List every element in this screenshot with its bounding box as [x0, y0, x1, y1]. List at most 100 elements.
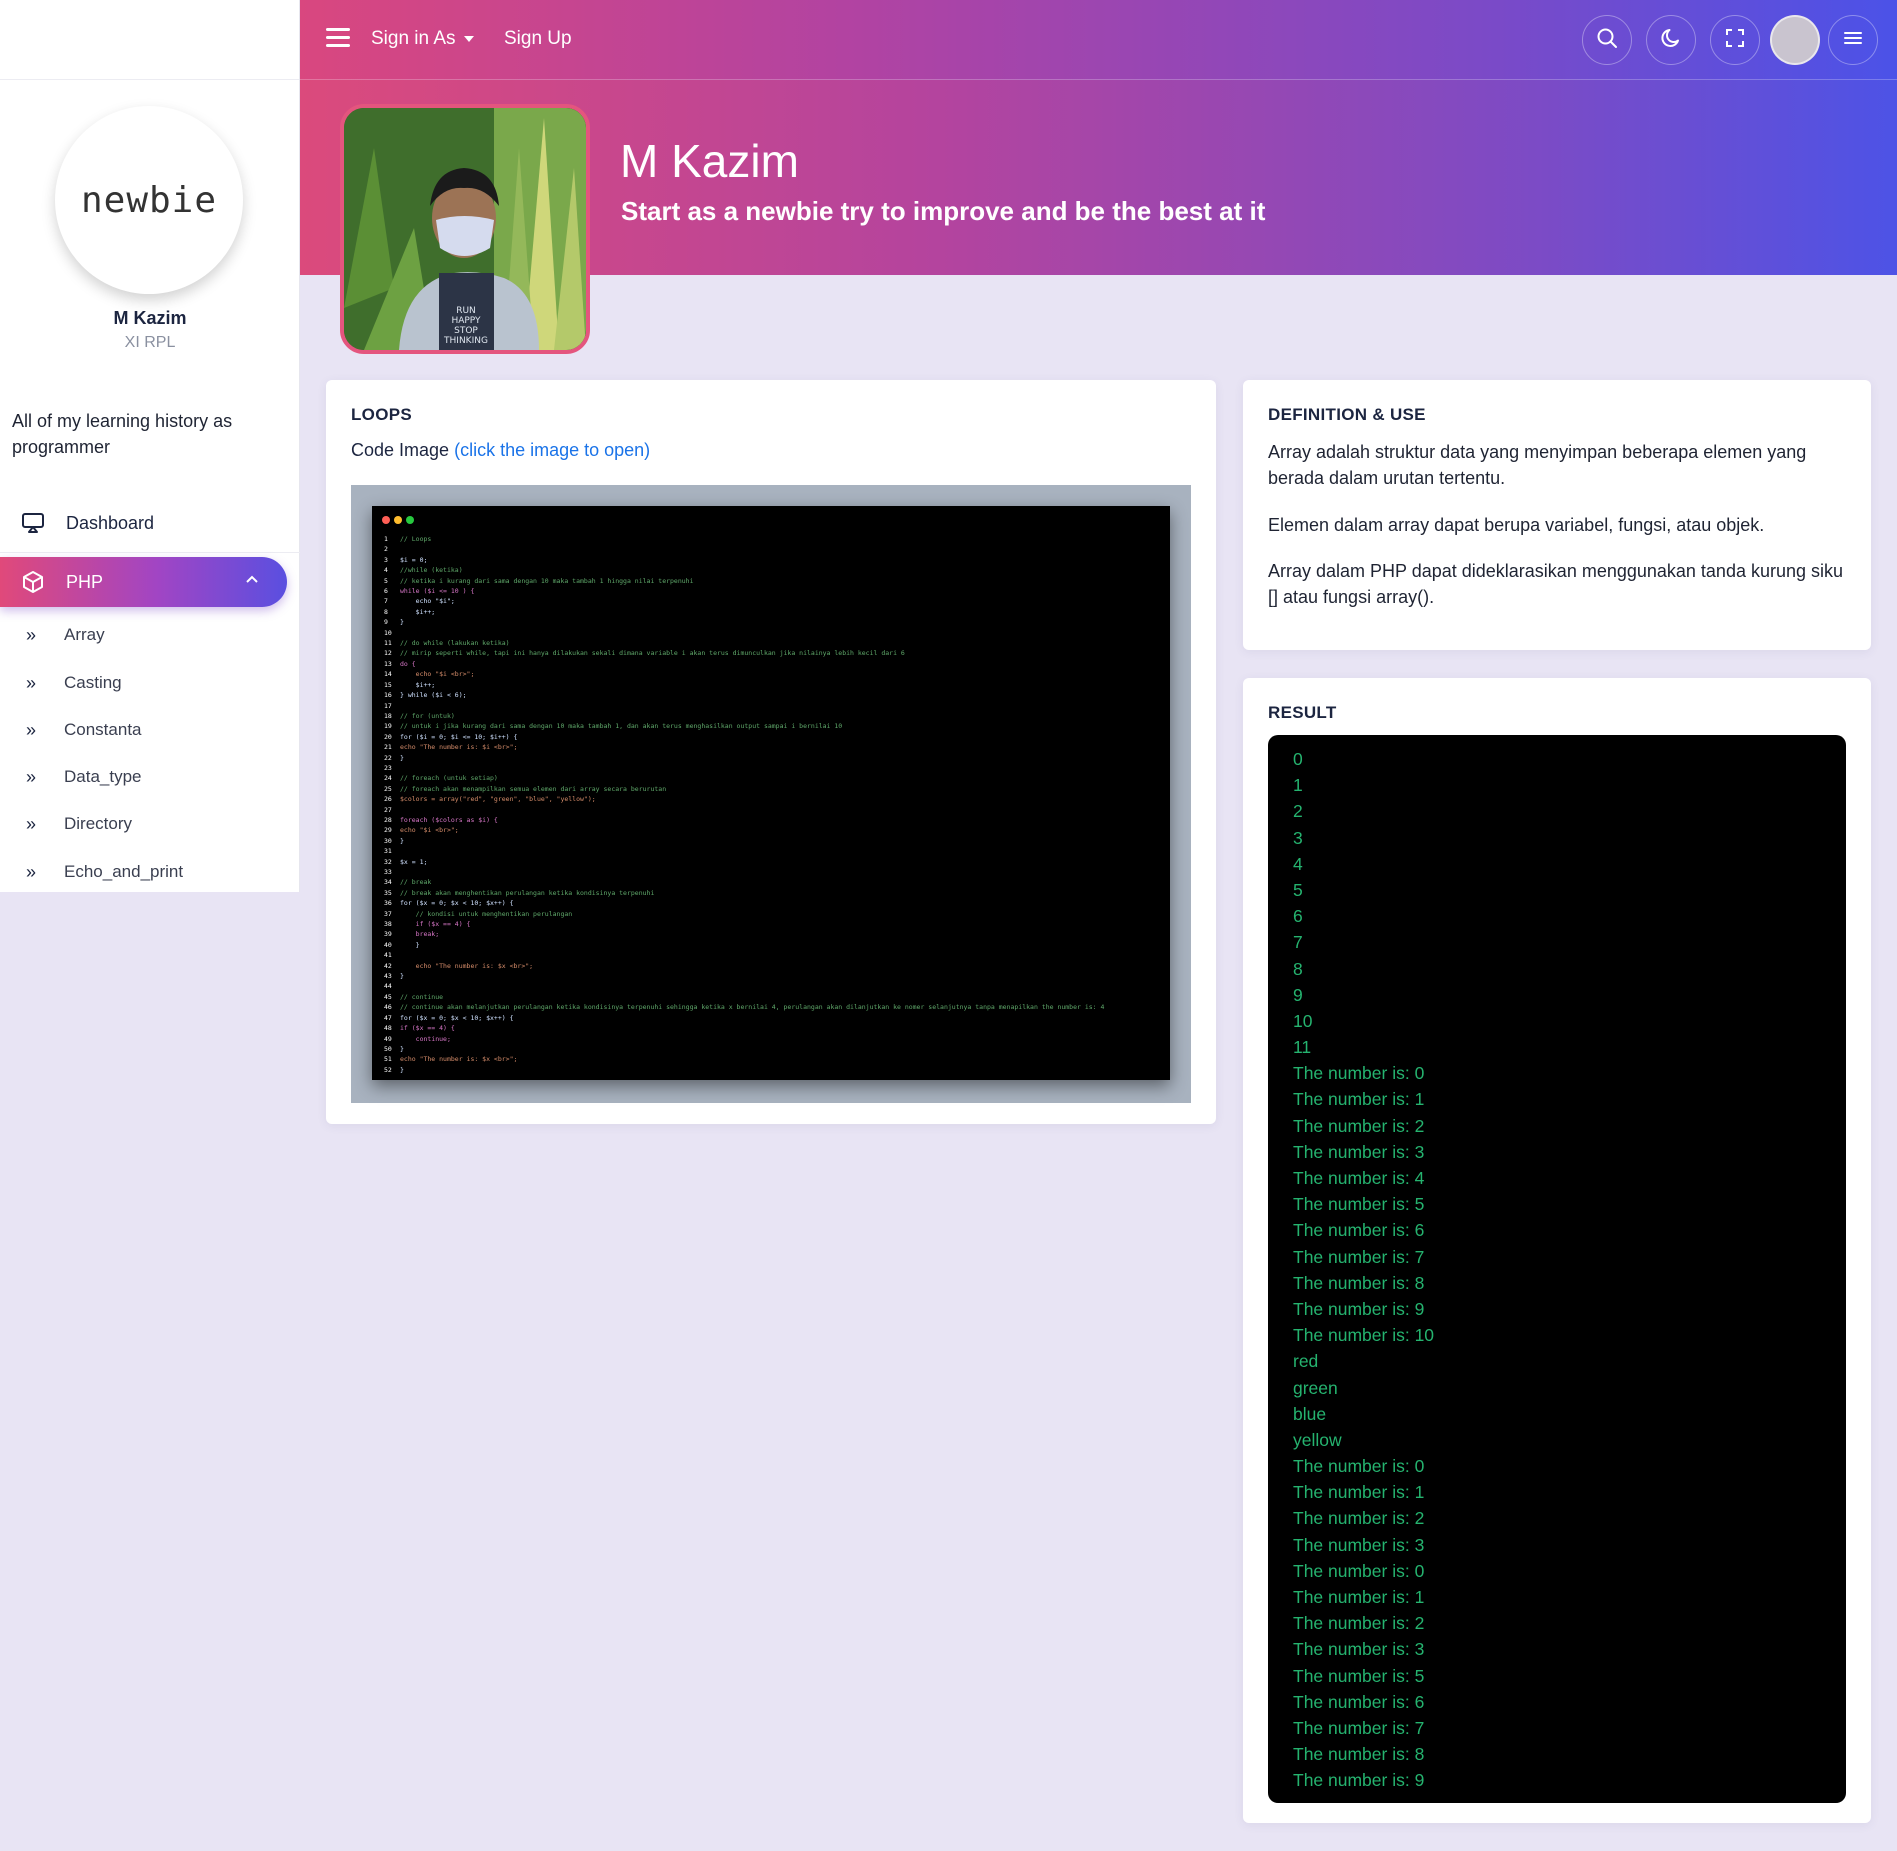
search-icon — [1596, 27, 1618, 54]
definition-paragraph: Elemen dalam array dapat berupa variabel… — [1268, 515, 1765, 535]
code-line: 14 echo "$i <br>"; — [384, 670, 475, 679]
nav-item-php[interactable]: PHP — [0, 557, 287, 607]
output-line: blue — [1293, 1403, 1327, 1424]
chevron-up-icon[interactable] — [245, 571, 259, 587]
code-line: 39 break; — [384, 930, 440, 939]
sign-up-link[interactable]: Sign Up — [504, 28, 572, 50]
code-line: 7 echo "$i"; — [384, 597, 455, 606]
box-icon — [20, 569, 46, 595]
user-avatar[interactable] — [1770, 15, 1820, 65]
output-line: The number is: 9 — [1293, 1298, 1425, 1319]
output-line: The number is: 2 — [1293, 1115, 1425, 1136]
code-line: 21 echo "The number is: $i <br>"; — [384, 743, 518, 752]
output-line: 4 — [1293, 853, 1303, 874]
user-name: M Kazim — [113, 308, 187, 328]
double-chevron-right-icon: » — [26, 813, 37, 834]
minimize-dot-icon — [394, 516, 402, 524]
code-line: 41 — [384, 951, 392, 960]
code-line: 4//while (ketika) — [384, 566, 463, 575]
output-line: 0 — [1293, 749, 1303, 769]
code-line: 9} — [384, 618, 404, 627]
output-line: The number is: 3 — [1293, 1639, 1425, 1660]
sign-in-dropdown[interactable]: Sign in As — [371, 28, 474, 50]
code-line: 40 } — [384, 940, 420, 949]
nav-divider — [0, 552, 300, 553]
code-line: 8 $i++; — [384, 607, 436, 616]
code-line: 10 — [384, 628, 392, 637]
output-line: 8 — [1293, 958, 1303, 979]
sidebar-sub-item-echo-and-print[interactable]: » Echo_and_print — [0, 852, 300, 892]
code-line: 27 — [384, 805, 392, 814]
code-line: 37 // kondisi untuk menghentikan perulan… — [384, 909, 573, 918]
output-line: 6 — [1293, 906, 1303, 927]
definition-card-title: DEFINITION & USE — [1268, 405, 1426, 424]
double-chevron-right-icon: » — [26, 624, 37, 645]
output-line: The number is: 7 — [1293, 1246, 1425, 1267]
code-window: 1// Loops 2 3 $i = 0; 4//while (ketika) 5// k… — [372, 506, 1170, 1080]
hero-subtitle: Start as a newbie try to improve and be … — [621, 196, 1266, 226]
output-line: The number is: 1 — [1293, 1482, 1425, 1503]
code-line: 29 echo "$i <br>"; — [384, 826, 459, 835]
sidebar-sub-item-data-type[interactable]: » Data_type — [0, 757, 300, 797]
code-line: 18// for (untuk) — [384, 711, 455, 720]
sidebar-sub-item-label: Constanta — [64, 720, 142, 739]
output-line: The number is: 2 — [1293, 1613, 1425, 1634]
output-line: The number is: 0 — [1293, 1560, 1425, 1581]
code-line: 48 if ($x == 4) { — [384, 1024, 455, 1033]
code-line: 38 if ($x == 4) { — [384, 920, 471, 929]
result-output: 0 1 2 3 4 5 6 7 8 9 10 11 The number is: 0 The number… — [1268, 735, 1846, 1803]
output-line: 3 — [1293, 827, 1303, 848]
code-line: 46// continue akan melanjutkan perulanga… — [384, 1003, 1105, 1012]
window-controls — [382, 516, 414, 524]
code-line: 47 for ($x = 0; $x < 10; $x++) { — [384, 1013, 514, 1022]
output-line: The number is: 0 — [1293, 1063, 1425, 1084]
hero-title: M Kazim — [620, 135, 799, 187]
sidebar-brand — [0, 0, 299, 80]
sidebar-sub-item-array[interactable]: » Array — [0, 615, 300, 655]
dark-mode-button[interactable] — [1646, 15, 1696, 65]
code-line: 2 — [384, 545, 388, 554]
fullscreen-icon — [1724, 27, 1746, 54]
menu-icon[interactable] — [326, 28, 350, 48]
sidebar-sub-item-label: Echo_and_print — [64, 862, 184, 881]
nav-item-dashboard[interactable]: Dashboard — [0, 498, 290, 548]
output-line: 1 — [1293, 775, 1303, 796]
code-line: 24// foreach (untuk setiap) — [384, 774, 498, 783]
code-line: 19// untuk i jika kurang dari sama denga… — [384, 722, 843, 731]
code-line: 6 while ($i <= 10 ) { — [384, 587, 475, 596]
output-line: The number is: 5 — [1293, 1194, 1425, 1215]
monitor-icon — [20, 510, 46, 536]
right-menu-button[interactable] — [1828, 15, 1878, 65]
code-image-label-text: Code Image — [351, 440, 450, 460]
svg-text:HAPPY: HAPPY — [451, 316, 481, 326]
output-line: yellow — [1293, 1429, 1342, 1450]
code-line: 26 $colors = array("red", "green", "blue"… — [384, 795, 596, 804]
open-image-link[interactable]: (click the image to open) — [454, 440, 650, 460]
code-image[interactable]: 1// Loops 2 3 $i = 0; 4//while (ketika) 5// k… — [351, 485, 1191, 1103]
code-line: 51 echo "The number is: $x <br>"; — [384, 1055, 518, 1064]
output-line: The number is: 8 — [1293, 1272, 1425, 1293]
sidebar-sub-item-directory[interactable]: » Directory — [0, 804, 300, 844]
user-class: XI RPL — [124, 334, 176, 351]
fullscreen-button[interactable] — [1710, 15, 1760, 65]
double-chevron-right-icon: » — [26, 766, 37, 787]
code-line: 23 — [384, 763, 392, 772]
sidebar-sub-item-constanta[interactable]: » Constanta — [0, 710, 300, 750]
output-line: red — [1293, 1351, 1319, 1372]
code-line: 49 continue; — [384, 1034, 451, 1043]
code-lines: 1// Loops 2 3 $i = 0; 4//while (ketika) 5// k… — [384, 534, 1164, 1075]
code-line: 36 for ($x = 0; $x < 10; $x++) { — [384, 899, 514, 908]
definition-card: DEFINITION & USE Array adalah struktur d… — [1243, 380, 1871, 650]
output-line: The number is: 3 — [1293, 1534, 1425, 1555]
brand-logo[interactable]: newbie — [55, 106, 243, 294]
code-line: 1// Loops — [384, 535, 432, 543]
profile-photo: RUN HAPPY STOP THINKING — [340, 104, 590, 354]
moon-icon — [1660, 27, 1682, 54]
svg-text:THINKING: THINKING — [443, 336, 488, 346]
code-line: 50} — [384, 1044, 404, 1053]
output-line: 5 — [1293, 879, 1303, 900]
search-button[interactable] — [1582, 15, 1632, 65]
code-line: 15 $i++; — [384, 680, 436, 689]
sidebar-sub-item-casting[interactable]: » Casting — [0, 663, 300, 703]
svg-text:STOP: STOP — [454, 326, 478, 336]
